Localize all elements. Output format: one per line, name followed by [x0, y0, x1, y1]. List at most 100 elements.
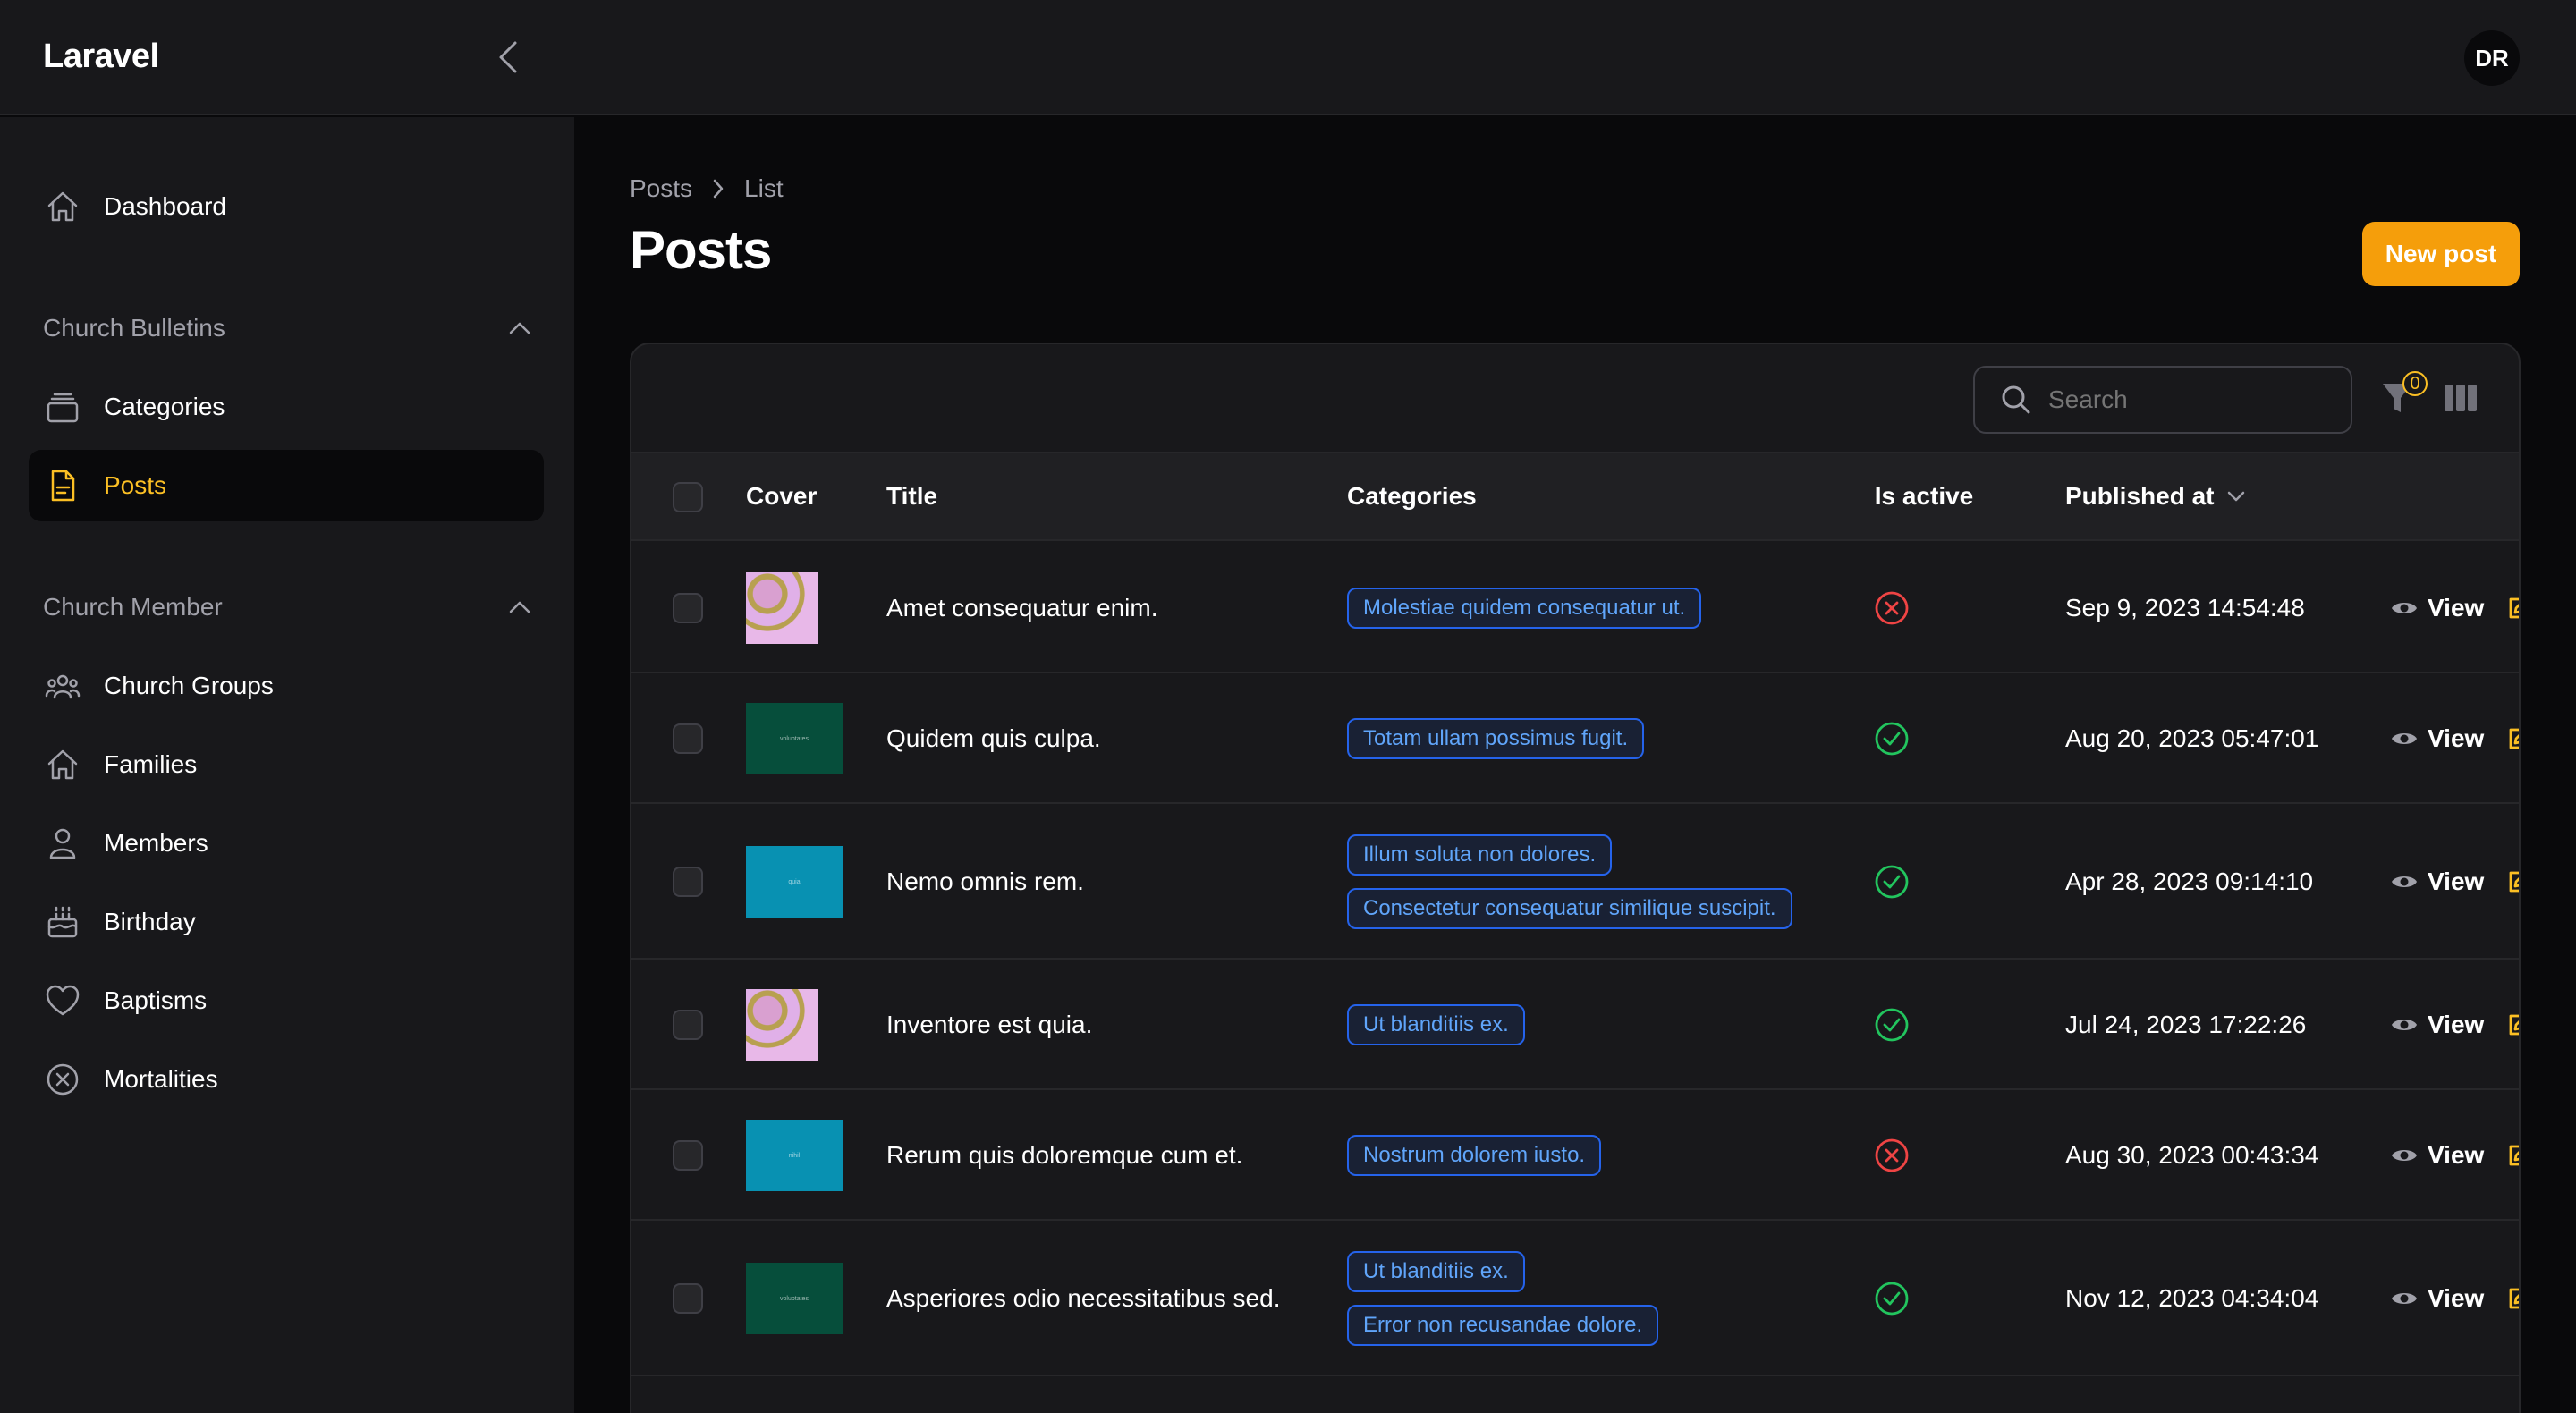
view-label: View [2428, 1141, 2485, 1169]
published-at: Aug 20, 2023 05:47:01 [2065, 724, 2319, 752]
filter-button[interactable]: 0 [2381, 371, 2428, 419]
table-row[interactable]: voluptates Asperiores odio necessitatibus… [631, 1221, 2519, 1376]
view-columns-icon [2445, 385, 2477, 411]
view-label: View [2428, 1011, 2485, 1038]
category-list: Molestiae quidem consequatur ut. [1347, 588, 1702, 629]
sidebar-item-label: Categories [104, 393, 225, 420]
published-at: Sep 9, 2023 14:54:48 [2065, 594, 2305, 622]
table-row[interactable]: quia Nemo omnis rem. Illum soluta non dolo… [631, 804, 2519, 960]
group-label: Church Member [43, 593, 223, 621]
table-row[interactable]: Amet consequatur enim. Molestiae quidem c… [631, 543, 2519, 673]
row-checkbox[interactable] [673, 723, 703, 754]
post-title: Asperiores odio necessitatibus sed. [886, 1284, 1281, 1312]
row-checkbox[interactable] [673, 1283, 703, 1314]
sidebar-item-church-groups[interactable]: Church Groups [29, 650, 544, 722]
row-checkbox[interactable] [673, 593, 703, 623]
edit-action[interactable]: Edit [2507, 1011, 2519, 1039]
view-action[interactable]: View [2390, 1284, 2484, 1313]
cover-image: voluptates [746, 1263, 843, 1334]
edit-action[interactable]: Edit [2507, 594, 2519, 622]
collapse-sidebar-button[interactable] [490, 38, 526, 77]
breadcrumb-posts[interactable]: Posts [630, 174, 692, 203]
sidebar-item-posts[interactable]: Posts [29, 450, 544, 521]
chevron-left-icon [499, 41, 517, 73]
eye-icon [2392, 1020, 2417, 1030]
sidebar-item-birthday[interactable]: Birthday [29, 886, 544, 958]
category-list: Totam ullam possimus fugit. [1347, 718, 1645, 759]
category-list: Illum soluta non dolores. Consectetur con… [1347, 834, 1792, 929]
top-bar: Laravel DR [0, 0, 2576, 115]
view-action[interactable]: View [2390, 1141, 2484, 1170]
sidebar-item-label: Church Groups [104, 672, 274, 699]
user-avatar[interactable]: DR [2464, 30, 2520, 86]
breadcrumb-list: List [744, 174, 784, 202]
published-at: Aug 30, 2023 00:43:34 [2065, 1141, 2319, 1169]
post-title: Amet consequatur enim. [886, 594, 1158, 622]
row-checkbox[interactable] [673, 1010, 703, 1040]
posts-table-card: 0 Cover Title Categories Is active Publi… [630, 343, 2521, 1413]
sidebar-item-mortalities[interactable]: Mortalities [29, 1044, 544, 1115]
row-checkbox[interactable] [673, 867, 703, 897]
home-icon [43, 187, 82, 226]
view-label: View [2428, 1284, 2485, 1312]
pencil-square-icon [2509, 871, 2519, 893]
x-circle-icon [1874, 590, 1910, 626]
view-action[interactable]: View [2390, 594, 2484, 622]
sidebar-item-categories[interactable]: Categories [29, 371, 544, 443]
home-icon [43, 745, 82, 784]
heart-icon [43, 981, 82, 1020]
edit-action[interactable]: Edit [2507, 867, 2519, 896]
post-title: Nemo omnis rem. [886, 867, 1084, 895]
toggle-columns-button[interactable] [2444, 384, 2478, 414]
view-label: View [2428, 724, 2485, 752]
new-post-button[interactable]: New post [2362, 222, 2520, 286]
edit-action[interactable]: Edit [2507, 724, 2519, 753]
search-field[interactable] [1973, 366, 2352, 434]
sidebar-group-church-bulletins[interactable]: Church Bulletins [43, 314, 531, 343]
sidebar-item-members[interactable]: Members [29, 808, 544, 879]
select-all-checkbox[interactable] [673, 482, 703, 512]
cover-image [746, 989, 818, 1061]
edit-action[interactable]: Edit [2507, 1284, 2519, 1313]
table-row[interactable]: voluptates Quidem quis culpa. Totam ullam … [631, 673, 2519, 804]
cover-image: quia [746, 846, 843, 918]
user-icon [43, 824, 82, 863]
app-logo[interactable]: Laravel [43, 38, 159, 76]
category-badge: Ut blanditiis ex. [1347, 1251, 1525, 1292]
edit-action[interactable]: Edit [2507, 1141, 2519, 1170]
view-label: View [2428, 594, 2485, 622]
view-action[interactable]: View [2390, 724, 2484, 753]
user-group-icon [43, 666, 82, 706]
column-header-cover: Cover [746, 482, 818, 510]
x-circle-icon [1874, 1138, 1910, 1173]
sidebar-item-dashboard[interactable]: Dashboard [29, 171, 544, 242]
sidebar-item-label: Mortalities [104, 1065, 218, 1093]
sidebar-group-church-member[interactable]: Church Member [43, 593, 531, 622]
main-content: Posts List Posts New post 0 Cover Title … [574, 117, 2576, 1413]
view-action[interactable]: View [2390, 867, 2484, 896]
sidebar: Dashboard Church Bulletins Categories Po… [0, 117, 574, 1413]
post-title: Rerum quis doloremque cum et. [886, 1141, 1243, 1169]
published-at: Apr 28, 2023 09:14:10 [2065, 867, 2314, 895]
category-list: Ut blanditiis ex. Error non recusandae do… [1347, 1251, 1659, 1346]
column-header-label: Published at [2065, 482, 2215, 510]
sidebar-item-label: Families [104, 750, 198, 778]
column-header-title: Title [886, 482, 938, 510]
category-list: Ut blanditiis ex. [1347, 1004, 1525, 1045]
rectangle-stack-icon [43, 387, 82, 427]
column-header-published-at[interactable]: Published at [2065, 482, 2246, 511]
view-label: View [2428, 867, 2485, 895]
eye-icon [2392, 603, 2417, 613]
table-row[interactable]: Inventore est quia. Ut blanditiis ex. Jul … [631, 960, 2519, 1090]
chevron-down-icon [2228, 491, 2245, 502]
category-badge: Error non recusandae dolore. [1347, 1305, 1659, 1346]
sidebar-item-baptisms[interactable]: Baptisms [29, 965, 544, 1036]
published-at: Jul 24, 2023 17:22:26 [2065, 1011, 2307, 1038]
row-checkbox[interactable] [673, 1140, 703, 1171]
chevron-up-icon [509, 322, 530, 334]
group-label: Church Bulletins [43, 314, 225, 342]
table-row[interactable]: nihil Rerum quis doloremque cum et. Nostru… [631, 1090, 2519, 1221]
view-action[interactable]: View [2390, 1011, 2484, 1039]
sidebar-item-families[interactable]: Families [29, 729, 544, 800]
search-input[interactable] [2048, 385, 2317, 414]
